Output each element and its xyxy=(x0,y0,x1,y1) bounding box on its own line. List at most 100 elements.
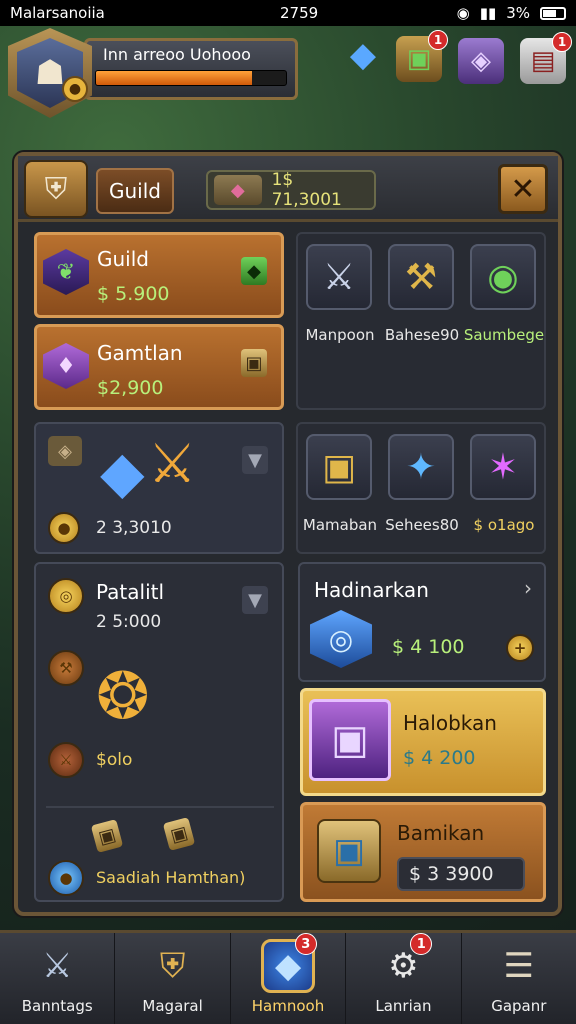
green-chest-icon[interactable]: ▣ 1 xyxy=(396,30,448,82)
item-slot-chest[interactable]: ▣ xyxy=(306,434,372,500)
player-plate[interactable]: Inn arreoo Uohooo xyxy=(84,38,298,100)
offer-card-hadinarkan[interactable]: Hadinarkan › ◎ $ 4 100 + xyxy=(298,562,546,682)
offer-price: 2 5:000 xyxy=(96,612,162,632)
guild-emblem-icon: ⛨ xyxy=(24,160,88,218)
panel-header: ⛨ Guild ◆ 1$ 71,3001 ✕ xyxy=(18,156,558,222)
purple-gem-chest-icon[interactable]: ◈ xyxy=(458,38,504,84)
offer-title: Halobkan xyxy=(403,711,497,735)
rank-coin-icon: ● xyxy=(62,76,88,102)
wifi-icon: ◉ xyxy=(456,4,470,22)
amethyst-icon: ♦ xyxy=(43,343,89,389)
gold-cube-icon: ▣ xyxy=(162,817,196,851)
nav-item-lanrian[interactable]: ⚙ 1 Lanrian xyxy=(346,933,462,1024)
item-slot-hammer[interactable]: ⚒ xyxy=(388,244,454,310)
mail-box-icon[interactable]: ▤ 1 xyxy=(520,32,572,84)
gold-coin-icon: ● xyxy=(48,512,80,544)
add-coin-icon[interactable]: + xyxy=(506,634,534,662)
item-label: Sehees80 xyxy=(385,516,459,534)
xp-bar xyxy=(95,70,287,86)
offer-title: Hadinarkan xyxy=(314,578,429,602)
golden-spiral-shell-icon: ❂ xyxy=(96,660,150,734)
currency-value: 1$ 71,3001 xyxy=(271,170,342,210)
nav-item-gapanr[interactable]: ☰ Gapanr xyxy=(462,933,576,1024)
sword-icon: ⚔ xyxy=(41,946,73,986)
golden-sword-icon: ⚔ xyxy=(148,432,197,495)
shield-crest-icon: ⛨ xyxy=(159,946,186,986)
blue-orb-icon: ● xyxy=(48,860,84,896)
offer-title: Gamtlan xyxy=(97,341,183,365)
purple-cube-icon: ▣ xyxy=(309,699,391,781)
notification-badge: 3 xyxy=(294,933,317,955)
clock: 2759 xyxy=(280,4,319,22)
offer-card-crystal[interactable]: ◈ ◆ ⚔ ▼ ● 2 3,3010 xyxy=(34,422,284,554)
offer-price: $ 5.900 xyxy=(97,283,170,305)
gold-treasure-chest-icon: ▣ xyxy=(317,819,381,883)
nav-item-hamnooh[interactable]: ◆ 3 Hamnooh xyxy=(231,933,347,1024)
item-label: Mamaban xyxy=(302,516,378,534)
offer-price: $ 4 100 xyxy=(392,636,465,658)
axe-emblem-icon: ⚒ xyxy=(48,650,84,686)
gem-currency-icon: ◆ xyxy=(214,175,262,205)
offer-card-bamikan[interactable]: ▣ Bamikan $ 3 3900 xyxy=(300,802,546,902)
item-slot-armor[interactable]: ⚔ xyxy=(306,244,372,310)
nav-item-magaral[interactable]: ⛨ Magaral xyxy=(115,933,231,1024)
item-grid-top: ⚔ ⚒ ◉ Manpoon Bahese90 Saumbege xyxy=(296,232,546,410)
nav-label: Gapanr xyxy=(491,997,547,1015)
notification-badge: 1 xyxy=(428,30,448,50)
gold-cube-icon: ▣ xyxy=(90,819,124,853)
buy-price-button[interactable]: $ 3 3900 xyxy=(397,857,525,891)
close-button[interactable]: ✕ xyxy=(498,164,548,214)
offer-price: $ 4 200 xyxy=(403,747,476,769)
item-label: Manpoon xyxy=(305,326,375,344)
avatar[interactable]: ☗ xyxy=(8,28,92,118)
offer-card-gamtlan[interactable]: ♦ Gamtlan $2,900 ▣ xyxy=(34,324,284,410)
top-hud: Inn arreoo Uohooo ☗ ● ◆ ▣ 1 ◈ ▤ 1 xyxy=(0,26,576,136)
currency-display: ◆ 1$ 71,3001 xyxy=(206,170,376,210)
nav-label: Lanrian xyxy=(375,997,432,1015)
bottom-navigation: ⚔ Banntags ⛨ Magaral ◆ 3 Hamnooh ⚙ 1 Lan… xyxy=(0,930,576,1024)
offer-price: 2 3,3010 xyxy=(96,518,172,538)
player-name: Inn arreoo Uohooo xyxy=(103,45,251,64)
item-grid-bottom: ▣ ✦ ✶ Mamaban Sehees80 $ o1ago xyxy=(296,422,546,554)
offer-title: Patalitl xyxy=(96,580,165,604)
green-gem-icon: ◆ xyxy=(241,257,267,285)
offer-card-guild[interactable]: ❦ Guild $ 5.900 ◆ xyxy=(34,232,284,318)
shield-badge-icon: ▼ xyxy=(242,586,268,614)
signal-icon: ▮▮ xyxy=(479,4,497,22)
offer-price: $2,900 xyxy=(97,377,164,399)
blue-crystal-icon[interactable]: ◆ xyxy=(340,32,386,78)
offer-card-halobkan[interactable]: ▣ Halobkan $ 4 200 xyxy=(300,688,546,796)
shield-badge-icon: ▼ xyxy=(242,446,268,474)
offer-title: Guild xyxy=(97,247,149,271)
item-label: Bahese90 xyxy=(384,326,460,344)
nav-label: Magaral xyxy=(142,997,203,1015)
status-bar: Malarsanoiia 2759 ◉ ▮▮ 3% xyxy=(0,0,576,26)
guild-leaf-icon: ❦ xyxy=(43,249,89,295)
offer-price: $ 3 3900 xyxy=(409,863,494,885)
offer-footer-label: Saadiah Hamthan) xyxy=(96,868,246,887)
pouch-icon: ◈ xyxy=(48,436,82,466)
nav-item-banntags[interactable]: ⚔ Banntags xyxy=(0,933,116,1024)
battery-percent: 3% xyxy=(506,4,530,22)
bronze-coin-icon: ◎ xyxy=(48,578,84,614)
offer-card-patalitl[interactable]: ◎ Patalitl 2 5:000 ▼ ⚒ ❂ ⚔ $olo ▣ ▣ ● Sa… xyxy=(34,562,284,902)
carrier-name: Malarsanoiia xyxy=(10,4,105,22)
stacked-books-icon: ☰ xyxy=(503,946,535,986)
item-slot-crystal[interactable]: ✦ xyxy=(388,434,454,500)
sword-emblem-icon: ⚔ xyxy=(48,742,84,778)
item-price: $olo xyxy=(96,750,133,770)
item-slot-magic-staff[interactable]: ✶ xyxy=(470,434,536,500)
blue-crystal-icon: ◆ xyxy=(100,438,145,506)
blue-shield-icon: ◎ xyxy=(310,610,372,668)
gold-cube-icon: ▣ xyxy=(241,349,267,377)
item-slot-chest[interactable]: ◉ xyxy=(470,244,536,310)
chevron-right-icon: › xyxy=(524,576,532,600)
divider xyxy=(46,806,274,808)
item-label: $ o1ago xyxy=(473,516,535,534)
nav-label: Banntags xyxy=(21,997,93,1015)
tab-guild[interactable]: Guild xyxy=(96,168,174,214)
guild-shop-panel: ⛨ Guild ◆ 1$ 71,3001 ✕ ❦ Guild $ 5.900 ◆… xyxy=(14,152,562,916)
offer-title: Bamikan xyxy=(397,821,485,845)
battery-icon xyxy=(540,6,566,20)
nav-label: Hamnooh xyxy=(251,997,325,1015)
